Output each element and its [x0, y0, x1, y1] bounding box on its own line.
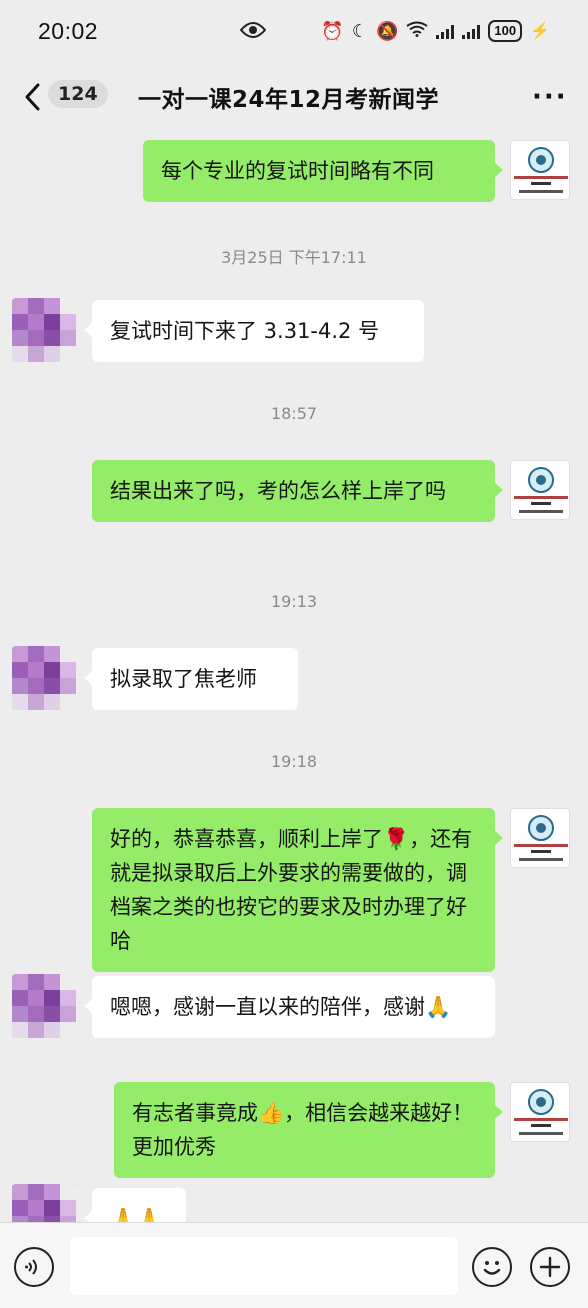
- emoji-icon[interactable]: [472, 1247, 512, 1287]
- message-bubble-incoming[interactable]: 嗯嗯，感谢一直以来的陪伴，感谢🙏: [84, 976, 495, 1038]
- message-bubble-incoming[interactable]: 🙏🙏: [84, 1188, 186, 1222]
- my-avatar[interactable]: [510, 140, 570, 200]
- contact-avatar[interactable]: [12, 646, 76, 710]
- message-bubble-incoming[interactable]: 拟录取了焦老师: [84, 648, 298, 710]
- voice-icon[interactable]: [14, 1247, 54, 1287]
- message-timestamp: 19:18: [270, 752, 318, 771]
- chat-title: 一对一课24年12月考新闻学: [138, 87, 440, 113]
- my-avatar[interactable]: [510, 460, 570, 520]
- message-bubble-incoming[interactable]: 复试时间下来了 3.31-4.2 号: [84, 300, 424, 362]
- message-bubble-outgoing[interactable]: 每个专业的复试时间略有不同: [143, 140, 503, 202]
- message-bubble-outgoing[interactable]: 结果出来了吗，考的怎么样上岸了吗: [92, 460, 503, 522]
- more-options-icon[interactable]: ···: [532, 82, 568, 112]
- plus-icon[interactable]: [530, 1247, 570, 1287]
- message-bubble-outgoing[interactable]: 有志者事竟成👍，相信会越来越好！更加优秀: [114, 1082, 503, 1178]
- message-input[interactable]: [70, 1237, 458, 1295]
- status-icons: ⏰ ☾ 🔕 100 ⚡: [321, 20, 550, 42]
- message-timestamp: 18:57: [270, 404, 318, 423]
- contact-avatar[interactable]: [12, 1184, 76, 1222]
- status-bar: 20:02 ⏰ ☾ 🔕 100 ⚡: [0, 0, 588, 62]
- input-bar: [0, 1222, 588, 1308]
- mute-icon: 🔕: [375, 20, 399, 41]
- alarm-icon: ⏰: [321, 20, 344, 41]
- eye-icon: [239, 20, 267, 44]
- wifi-icon: [406, 21, 428, 42]
- charging-icon: ⚡: [530, 23, 550, 40]
- signal-icon: [436, 23, 455, 39]
- status-time: 20:02: [38, 17, 99, 44]
- unread-count-badge[interactable]: 124: [48, 80, 108, 108]
- message-list[interactable]: 每个专业的复试时间略有不同 3月25日 下午17:11 复试时间下来了 3.31…: [0, 132, 588, 1222]
- message-bubble-outgoing[interactable]: 好的，恭喜恭喜，顺利上岸了🌹，还有就是拟录取后上外要求的需要做的，调档案之类的也…: [92, 808, 503, 972]
- message-timestamp: 3月25日 下午17:11: [221, 248, 367, 267]
- moon-icon: ☾: [351, 20, 368, 41]
- my-avatar[interactable]: [510, 1082, 570, 1142]
- message-timestamp: 19:13: [270, 592, 318, 611]
- signal-icon-2: [462, 23, 481, 39]
- contact-avatar[interactable]: [12, 974, 76, 1038]
- contact-avatar[interactable]: [12, 298, 76, 362]
- battery-indicator: 100: [488, 20, 523, 42]
- my-avatar[interactable]: [510, 808, 570, 868]
